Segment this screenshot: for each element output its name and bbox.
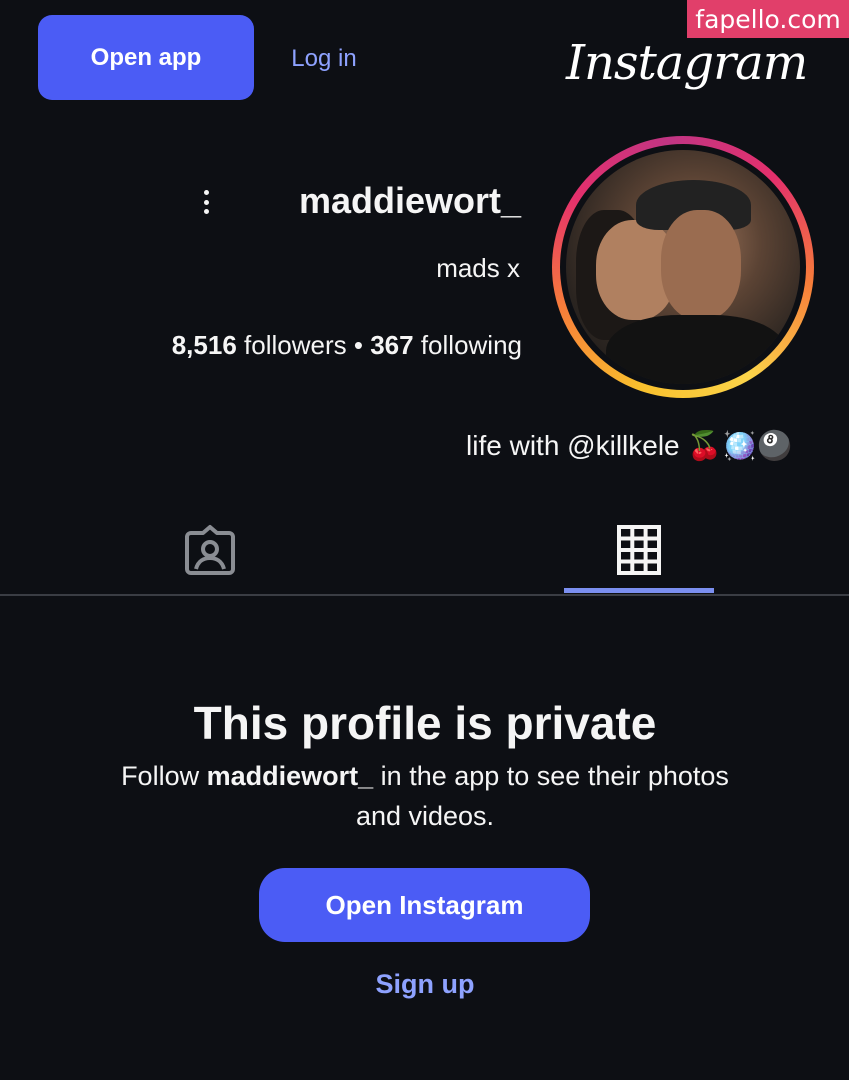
open-app-button[interactable]: Open app	[38, 15, 254, 100]
story-ring[interactable]	[552, 136, 814, 398]
private-msg-prefix: Follow	[121, 761, 200, 791]
followers-label: followers	[244, 330, 347, 360]
private-msg-suffix: in the app to see their photos and video…	[355, 761, 729, 831]
private-profile-title: This profile is private	[193, 697, 657, 749]
instagram-wordmark[interactable]: Instagram	[566, 28, 816, 98]
profile-stats: 8,516 followers • 367 following	[52, 326, 522, 364]
following-count: 367	[370, 330, 414, 360]
tagged-user-icon	[185, 525, 235, 575]
login-link[interactable]: Log in	[278, 44, 370, 74]
private-profile-message: Follow maddiewort_ in the app to see the…	[100, 756, 750, 840]
following-label: following	[420, 330, 522, 360]
more-options-icon[interactable]	[196, 186, 216, 218]
active-tab-indicator	[564, 588, 714, 593]
tab-posts[interactable]	[564, 505, 714, 595]
private-msg-username: maddiewort_	[206, 761, 374, 791]
profile-bio: life with @killkele 🍒🪩🎱	[466, 430, 792, 461]
stats-separator: •	[353, 330, 363, 360]
grid-icon	[617, 525, 661, 575]
profile-full-name: mads x	[436, 253, 520, 283]
tab-tagged[interactable]	[135, 505, 285, 595]
signup-link[interactable]: Sign up	[350, 964, 500, 1004]
followers-count: 8,516	[171, 330, 237, 360]
open-instagram-button[interactable]: Open Instagram	[259, 868, 590, 942]
profile-username: maddiewort_	[298, 180, 521, 221]
tabs-divider	[0, 594, 849, 596]
profile-avatar	[566, 150, 800, 384]
